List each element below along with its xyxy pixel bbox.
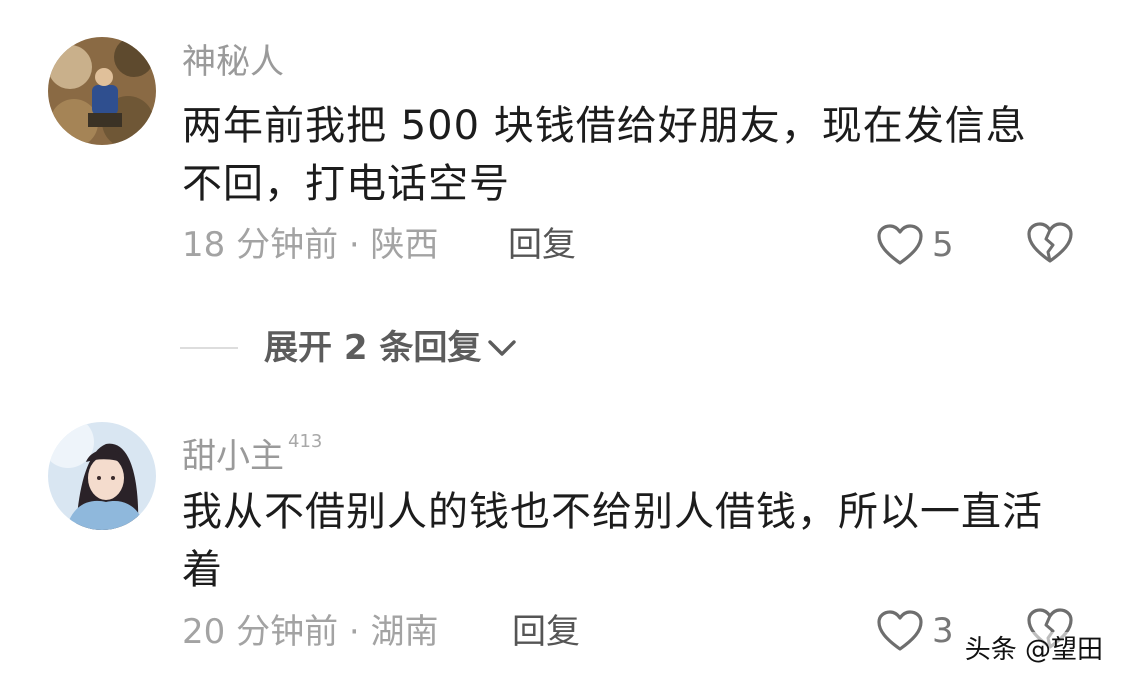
comment-meta: 20 分钟前 · 湖南 [182,612,439,652]
comment-text: 我从不借别人的钱也不给别人借钱，所以一直活着 [182,489,1043,593]
reply-button[interactable]: 回复 [512,612,580,652]
user-badge: 413 [288,431,323,452]
chevron-down-icon[interactable] [487,338,517,358]
heart-icon [877,610,923,651]
comment-text: 两年前我把 500 块钱借给好朋友，现在发信息不回，打电话空号 [182,103,1027,207]
comment-1: 神秘人 两年前我把 500 块钱借给好朋友，现在发信息不回，打电话空号 18 分… [0,0,1125,300]
dislike-button[interactable] [1026,221,1074,269]
avatar-image [48,422,156,530]
avatar[interactable] [48,37,156,145]
like-count: 5 [932,225,954,265]
watermark: 头条 @望田 [960,632,1107,668]
broken-heart-icon [1027,222,1073,263]
avatar[interactable] [48,422,156,530]
username[interactable]: 神秘人 [182,42,284,82]
like-count: 3 [932,611,954,651]
username[interactable]: 甜小主 413 [182,430,322,476]
expand-replies[interactable]: 展开 2 条回复 [180,326,517,370]
heart-icon [877,224,923,265]
divider [180,347,238,349]
comment-meta: 18 分钟前 · 陕西 [182,225,439,265]
like-button[interactable]: 5 [876,220,954,270]
avatar-image [48,37,156,145]
expand-replies-label[interactable]: 展开 2 条回复 [264,328,481,368]
like-button[interactable]: 3 [876,606,954,656]
reply-button[interactable]: 回复 [508,225,576,265]
comment-2: 甜小主 413 我从不借别人的钱也不给别人借钱，所以一直活着 20 分钟前 · 湖… [0,400,1125,686]
